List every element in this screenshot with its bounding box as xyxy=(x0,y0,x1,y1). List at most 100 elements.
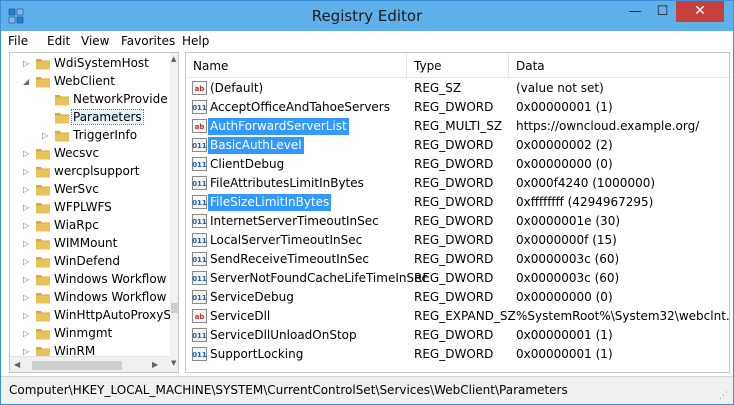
tree-vertical-scrollbar[interactable]: ▲ ▼ xyxy=(170,53,178,372)
value-row[interactable]: 011 FileSizeLimitInBytes REG_DWORD 0xffffff… xyxy=(186,193,729,212)
tree-vertical-scroll-thumb[interactable] xyxy=(171,303,178,313)
tree-item[interactable]: ▷ WiaRpc xyxy=(10,217,170,235)
value-type: REG_DWORD xyxy=(414,100,494,114)
title-bar[interactable]: Registry Editor — ☐ ✕ xyxy=(1,1,733,31)
value-row[interactable]: ab ServiceDll REG_EXPAND_SZ %SystemRoot%\Sy… xyxy=(186,307,729,326)
value-row[interactable]: 011 ServerNotFoundCacheLifeTimeInSec REG_D… xyxy=(186,269,729,288)
scroll-down-arrow-icon[interactable]: ▼ xyxy=(171,359,176,367)
collapsed-arrow-icon[interactable]: ▷ xyxy=(23,184,32,195)
column-header-data[interactable]: Data xyxy=(509,53,729,77)
value-data: 0x00000000 (0) xyxy=(516,290,613,304)
menu-view[interactable]: View xyxy=(81,34,109,48)
tree-item[interactable]: ▷ Wecsvc xyxy=(10,145,170,163)
value-row[interactable]: ab AuthForwardServerList REG_MULTI_SZ https… xyxy=(186,117,729,136)
value-row[interactable]: 011 SendReceiveTimeoutInSec REG_DWORD 0x000… xyxy=(186,250,729,269)
svg-text:011: 011 xyxy=(192,218,207,226)
folder-icon xyxy=(36,203,50,214)
tree-item[interactable]: ▷ wercplsupport xyxy=(10,163,170,181)
tree-item[interactable]: ▷ Windows Workflow xyxy=(10,271,170,289)
value-data: (value not set) xyxy=(516,81,604,95)
collapsed-arrow-icon[interactable]: ▷ xyxy=(23,220,32,231)
values-list-pane[interactable]: Name Type Data ab (Default) REG_SZ (value n… xyxy=(185,52,730,373)
value-type: REG_DWORD xyxy=(414,176,494,190)
tree-item[interactable]: ▷ Windows Workflow xyxy=(10,289,170,307)
minimize-button[interactable]: — xyxy=(621,1,649,22)
binary-value-icon: 011 xyxy=(192,157,207,171)
folder-icon xyxy=(36,221,50,232)
collapsed-arrow-icon[interactable]: ▷ xyxy=(23,238,32,249)
tree-horizontal-scroll-thumb[interactable] xyxy=(32,361,122,370)
tree-item[interactable]: ▷ WerSvc xyxy=(10,181,170,199)
menu-file[interactable]: File xyxy=(8,34,28,48)
column-header-name[interactable]: Name xyxy=(186,53,407,77)
folder-icon xyxy=(36,311,50,322)
value-name: ServiceDll xyxy=(210,309,271,323)
expanded-arrow-icon[interactable]: ◢ xyxy=(23,76,32,87)
value-row[interactable]: 011 ServiceDebug REG_DWORD 0x00000000 (0) xyxy=(186,288,729,307)
scroll-up-arrow-icon[interactable]: ▲ xyxy=(171,55,176,63)
svg-text:ab: ab xyxy=(195,313,205,321)
tree-item[interactable]: ▷ WdiSystemHost xyxy=(10,55,170,73)
value-data: 0x0000001e (30) xyxy=(516,214,621,228)
value-row[interactable]: 011 AcceptOfficeAndTahoeServers REG_DWORD 0… xyxy=(186,98,729,117)
value-type: REG_DWORD xyxy=(414,252,494,266)
tree-item[interactable]: Parameters xyxy=(10,109,170,127)
tree-item[interactable]: ▷ Winmgmt xyxy=(10,325,170,343)
value-data: 0x00000001 (1) xyxy=(516,347,613,361)
value-name: ClientDebug xyxy=(210,157,285,171)
value-data: 0xffffffff (4294967295) xyxy=(516,195,654,209)
value-data: 0x00000001 (1) xyxy=(516,328,613,342)
tree-item-label: Windows Workflow xyxy=(54,272,167,286)
value-row[interactable]: 011 ClientDebug REG_DWORD 0x00000000 (0) xyxy=(186,155,729,174)
value-type: REG_DWORD xyxy=(414,138,494,152)
collapsed-arrow-icon[interactable]: ▷ xyxy=(23,58,32,69)
svg-text:011: 011 xyxy=(192,275,207,283)
collapsed-arrow-icon[interactable]: ▷ xyxy=(23,328,32,339)
tree-item[interactable]: ▷ WFPLWFS xyxy=(10,199,170,217)
collapsed-arrow-icon[interactable]: ▷ xyxy=(23,256,32,267)
tree-item[interactable]: ▷ WIMMount xyxy=(10,235,170,253)
menu-edit[interactable]: Edit xyxy=(47,34,70,48)
resize-grip-icon[interactable]: ⋰ xyxy=(719,391,728,401)
value-name: LocalServerTimeoutInSec xyxy=(210,233,363,247)
value-data: 0x0000003c (60) xyxy=(516,252,620,266)
value-data: https://owncloud.example.org/ xyxy=(516,119,700,133)
collapsed-arrow-icon[interactable]: ▷ xyxy=(23,274,32,285)
value-row[interactable]: 011 LocalServerTimeoutInSec REG_DWORD 0x000… xyxy=(186,231,729,250)
collapsed-arrow-icon[interactable]: ▷ xyxy=(23,292,32,303)
key-tree-pane[interactable]: ▷ WdiSystemHost ◢ WebClient NetworkProvide Pa… xyxy=(9,52,179,373)
tree-item[interactable]: ◢ WebClient xyxy=(10,73,170,91)
collapsed-arrow-icon[interactable]: ▷ xyxy=(23,202,32,213)
tree-item[interactable]: ▷ WinDefend xyxy=(10,253,170,271)
tree-item[interactable]: ▷ WinHttpAutoProxyS xyxy=(10,307,171,325)
tree-item-label: WebClient xyxy=(54,74,115,88)
collapsed-arrow-icon[interactable]: ▷ xyxy=(23,166,32,177)
folder-icon xyxy=(36,149,50,160)
collapsed-arrow-icon[interactable]: ▷ xyxy=(23,310,32,321)
value-row[interactable]: 011 SupportLocking REG_DWORD 0x00000001 (1) xyxy=(186,345,729,364)
menu-help[interactable]: Help xyxy=(182,34,209,48)
maximize-button[interactable]: ☐ xyxy=(649,1,676,22)
value-row[interactable]: 011 ServiceDllUnloadOnStop REG_DWORD 0x0000… xyxy=(186,326,729,345)
tree-item-label: WinDefend xyxy=(54,254,120,268)
close-button[interactable]: ✕ xyxy=(676,1,724,22)
scroll-right-arrow-icon[interactable]: ▶ xyxy=(152,360,158,369)
value-data: 0x00000002 (2) xyxy=(516,138,613,152)
column-header-type[interactable]: Type xyxy=(407,53,509,77)
collapsed-arrow-icon[interactable]: ▷ xyxy=(23,148,32,159)
value-type: REG_DWORD xyxy=(414,290,494,304)
tree-item[interactable]: NetworkProvide xyxy=(10,91,170,109)
svg-text:011: 011 xyxy=(192,237,207,245)
svg-text:011: 011 xyxy=(192,104,207,112)
svg-text:011: 011 xyxy=(192,142,207,150)
menu-favorites[interactable]: Favorites xyxy=(121,34,175,48)
value-row[interactable]: ab (Default) REG_SZ (value not set) xyxy=(186,79,729,98)
scroll-left-arrow-icon[interactable]: ◀ xyxy=(14,360,20,369)
tree-item-label: WdiSystemHost xyxy=(54,56,149,70)
tree-item[interactable]: ▷ TriggerInfo xyxy=(10,127,170,145)
tree-horizontal-scrollbar[interactable]: ◀ ▶ xyxy=(10,356,170,372)
value-row[interactable]: 011 BasicAuthLevel REG_DWORD 0x00000002 (2) xyxy=(186,136,729,155)
collapsed-arrow-icon[interactable]: ▷ xyxy=(42,130,51,141)
value-row[interactable]: 011 FileAttributesLimitInBytes REG_DWORD 0x… xyxy=(186,174,729,193)
value-row[interactable]: 011 InternetServerTimeoutInSec REG_DWORD 0x… xyxy=(186,212,729,231)
